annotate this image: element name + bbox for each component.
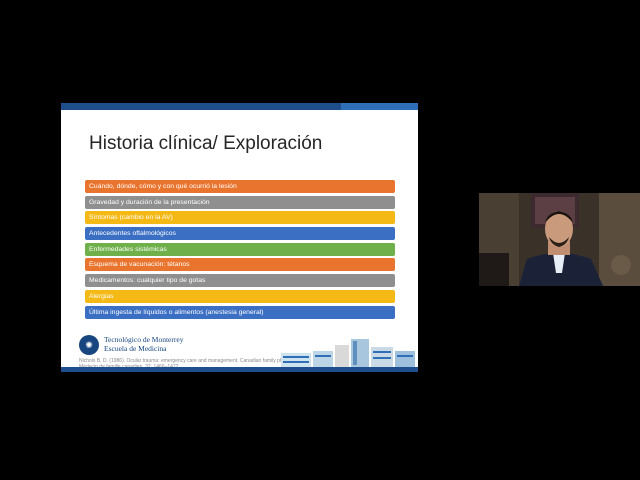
slide-top-bar (61, 103, 418, 110)
slide-item: Gravedad y duración de la presentación (85, 195, 395, 209)
slide-item: Enfermedades sistémicas (85, 242, 395, 256)
slide-item: Alergias (85, 289, 395, 303)
tec-logo: ✺ Tecnológico de Monterrey Escuela de Me… (79, 335, 269, 359)
tec-seal-icon: ✺ (79, 335, 99, 355)
presentation-slide: Historia clínica/ Exploración Cuándo, dó… (61, 103, 418, 372)
slide-item: Esquema de vacunación: tétanos (85, 258, 395, 272)
slide-item: Cuándo, dónde, cómo y con qué ocurrió la… (85, 180, 395, 193)
presenter-video-image (479, 193, 640, 286)
slide-item: Antecedentes oftalmológicos (85, 227, 395, 241)
logo-line-2: Escuela de Medicina (104, 344, 167, 353)
webcam-video-feed (479, 193, 640, 286)
slide-item: Síntomas (cambio en la AV) (85, 211, 395, 225)
logo-line-1: Tecnológico de Monterrey (104, 335, 184, 344)
slide-bottom-bar (61, 367, 418, 372)
slide-item: Última ingesta de líquidos o alimentos (… (85, 305, 395, 319)
slide-item: Medicamentos: cualquier tipo de gotas (85, 274, 395, 288)
slide-title: Historia clínica/ Exploración (89, 133, 323, 154)
slide-item-list: Cuándo, dónde, cómo y con qué ocurrió la… (85, 180, 395, 321)
